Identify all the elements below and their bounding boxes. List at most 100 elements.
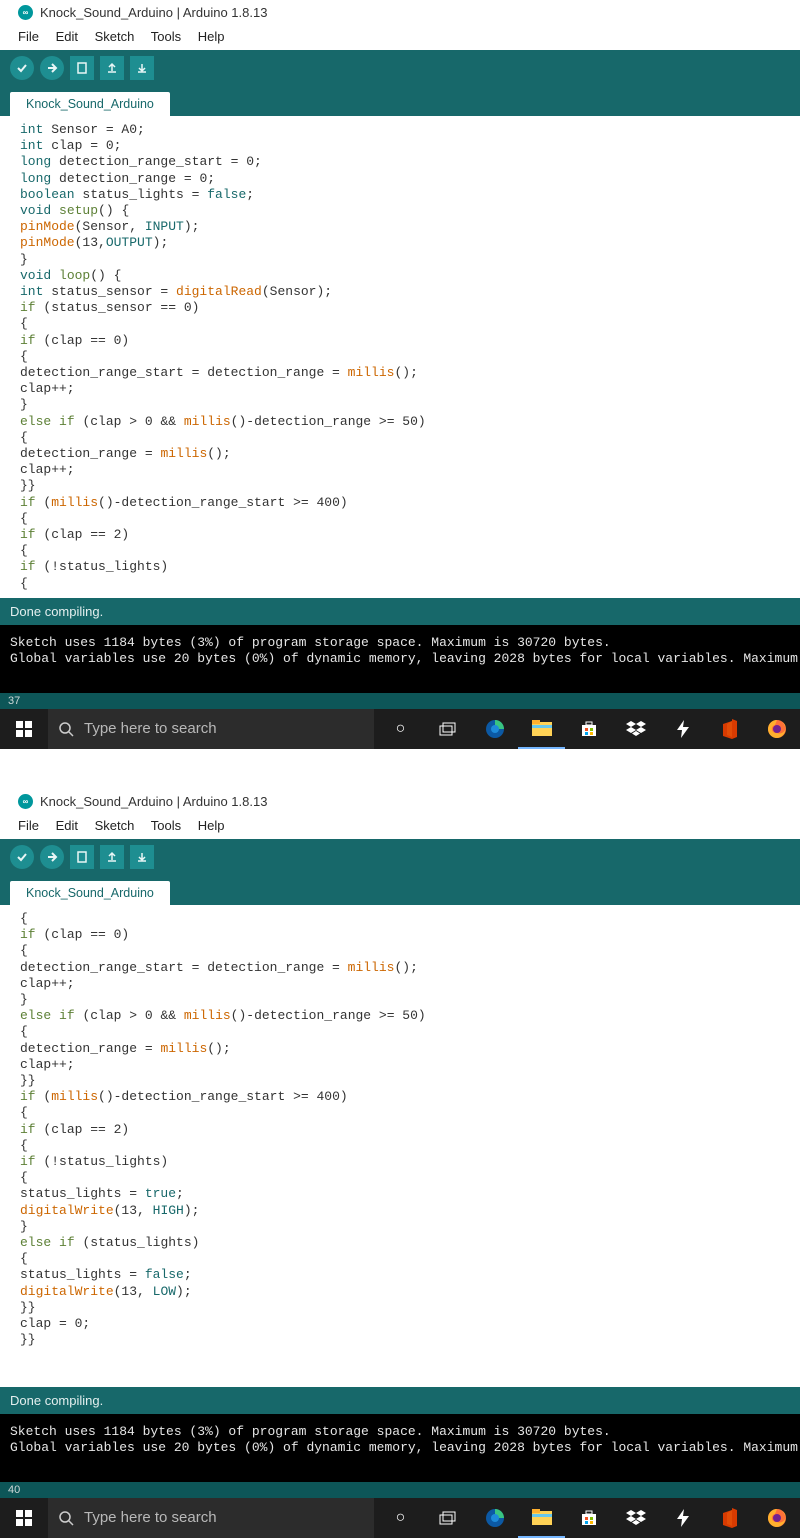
menu-file[interactable]: File <box>18 818 39 833</box>
code: (); <box>394 960 417 975</box>
task-view-icon[interactable] <box>424 1498 471 1538</box>
titlebar: ∞ Knock_Sound_Arduino | Arduino 1.8.13 <box>0 789 800 814</box>
task-view-icon[interactable] <box>424 709 471 749</box>
verify-button[interactable] <box>10 845 34 869</box>
code-editor[interactable]: { if (clap == 0) { detection_range_start… <box>0 905 800 1387</box>
kw: if <box>20 333 36 348</box>
code: ); <box>153 235 169 250</box>
code: (clap > 0 && <box>75 1008 184 1023</box>
code: clap++; <box>20 1057 75 1072</box>
code: clap++; <box>20 976 75 991</box>
office-icon[interactable] <box>706 1498 753 1538</box>
code <box>51 268 59 283</box>
menu-help[interactable]: Help <box>198 818 225 833</box>
menu-tools[interactable]: Tools <box>151 818 181 833</box>
kw: false <box>207 187 246 202</box>
toolbar <box>0 839 800 875</box>
code: (Sensor); <box>262 284 332 299</box>
search-icon <box>58 1510 74 1526</box>
save-button[interactable] <box>130 845 154 869</box>
lightning-icon[interactable] <box>659 709 706 749</box>
fn: millis <box>51 1089 98 1104</box>
code: { <box>20 1251 28 1266</box>
menu-sketch[interactable]: Sketch <box>95 818 135 833</box>
code: (); <box>394 365 417 380</box>
firefox-icon[interactable] <box>753 709 800 749</box>
search-box[interactable]: Type here to search <box>48 1498 374 1538</box>
kw: else <box>20 1235 51 1250</box>
menu-sketch[interactable]: Sketch <box>95 29 135 44</box>
dropbox-icon[interactable] <box>612 1498 659 1538</box>
code: (); <box>207 1041 230 1056</box>
arduino-window-2: ∞ Knock_Sound_Arduino | Arduino 1.8.13 F… <box>0 789 800 1538</box>
new-button[interactable] <box>70 56 94 80</box>
code: ; <box>184 1267 192 1282</box>
tab-bar: Knock_Sound_Arduino <box>0 86 800 116</box>
const: INPUT <box>145 219 184 234</box>
status-bar: Done compiling. <box>0 598 800 625</box>
save-button[interactable] <box>130 56 154 80</box>
code: (clap > 0 && <box>75 414 184 429</box>
kw: if <box>20 559 36 574</box>
lightning-icon[interactable] <box>659 1498 706 1538</box>
start-button[interactable] <box>0 1498 48 1538</box>
code-editor[interactable]: int Sensor = A0; int clap = 0; long dete… <box>0 116 800 598</box>
firefox-icon[interactable] <box>753 1498 800 1538</box>
new-button[interactable] <box>70 845 94 869</box>
kw: int <box>20 138 43 153</box>
code: (clap == 2) <box>36 527 130 542</box>
search-box[interactable]: Type here to search <box>48 709 374 749</box>
code: (13, <box>114 1284 153 1299</box>
open-button[interactable] <box>100 845 124 869</box>
menu-edit[interactable]: Edit <box>56 818 78 833</box>
windows-taskbar: Type here to search ○ <box>0 1498 800 1538</box>
upload-button[interactable] <box>40 56 64 80</box>
kw: else <box>20 414 51 429</box>
code: ()-detection_range_start >= 400) <box>98 1089 348 1104</box>
open-button[interactable] <box>100 56 124 80</box>
verify-button[interactable] <box>10 56 34 80</box>
code: { <box>20 430 28 445</box>
start-button[interactable] <box>0 709 48 749</box>
code: { <box>20 943 28 958</box>
kw: else <box>20 1008 51 1023</box>
window-title: Knock_Sound_Arduino | Arduino 1.8.13 <box>40 5 267 20</box>
kw: void <box>20 268 51 283</box>
cortana-icon[interactable]: ○ <box>377 709 424 749</box>
menu-edit[interactable]: Edit <box>56 29 78 44</box>
sketch-tab[interactable]: Knock_Sound_Arduino <box>10 92 170 116</box>
cortana-icon[interactable]: ○ <box>377 1498 424 1538</box>
fn: digitalWrite <box>20 1203 114 1218</box>
edge-icon[interactable] <box>471 709 518 749</box>
dropbox-icon[interactable] <box>612 709 659 749</box>
code: (13, <box>75 235 106 250</box>
console-line: Sketch uses 1184 bytes (3%) of program s… <box>10 635 790 651</box>
sketch-tab[interactable]: Knock_Sound_Arduino <box>10 881 170 905</box>
code: ); <box>184 1203 200 1218</box>
menu-help[interactable]: Help <box>198 29 225 44</box>
kw: if <box>20 927 36 942</box>
code: ); <box>184 219 200 234</box>
console-line: Sketch uses 1184 bytes (3%) of program s… <box>10 1424 790 1440</box>
microsoft-store-icon[interactable] <box>565 1498 612 1538</box>
menu-file[interactable]: File <box>18 29 39 44</box>
office-icon[interactable] <box>706 709 753 749</box>
kw: if <box>20 1122 36 1137</box>
code: status_sensor = <box>43 284 176 299</box>
edge-icon[interactable] <box>471 1498 518 1538</box>
status-bar: Done compiling. <box>0 1387 800 1414</box>
file-explorer-icon[interactable] <box>518 709 565 749</box>
file-explorer-icon[interactable] <box>518 1498 565 1538</box>
code: detection_range_start = 0; <box>51 154 262 169</box>
menu-tools[interactable]: Tools <box>151 29 181 44</box>
code: detection_range = <box>20 1041 160 1056</box>
microsoft-store-icon[interactable] <box>565 709 612 749</box>
line-number-footer: 40 <box>0 1482 800 1498</box>
code: status_lights = <box>20 1267 145 1282</box>
upload-button[interactable] <box>40 845 64 869</box>
fn: pinMode <box>20 235 75 250</box>
code: ()-detection_range >= 50) <box>231 414 426 429</box>
window-title: Knock_Sound_Arduino | Arduino 1.8.13 <box>40 794 267 809</box>
code <box>51 203 59 218</box>
fn: millis <box>51 495 98 510</box>
